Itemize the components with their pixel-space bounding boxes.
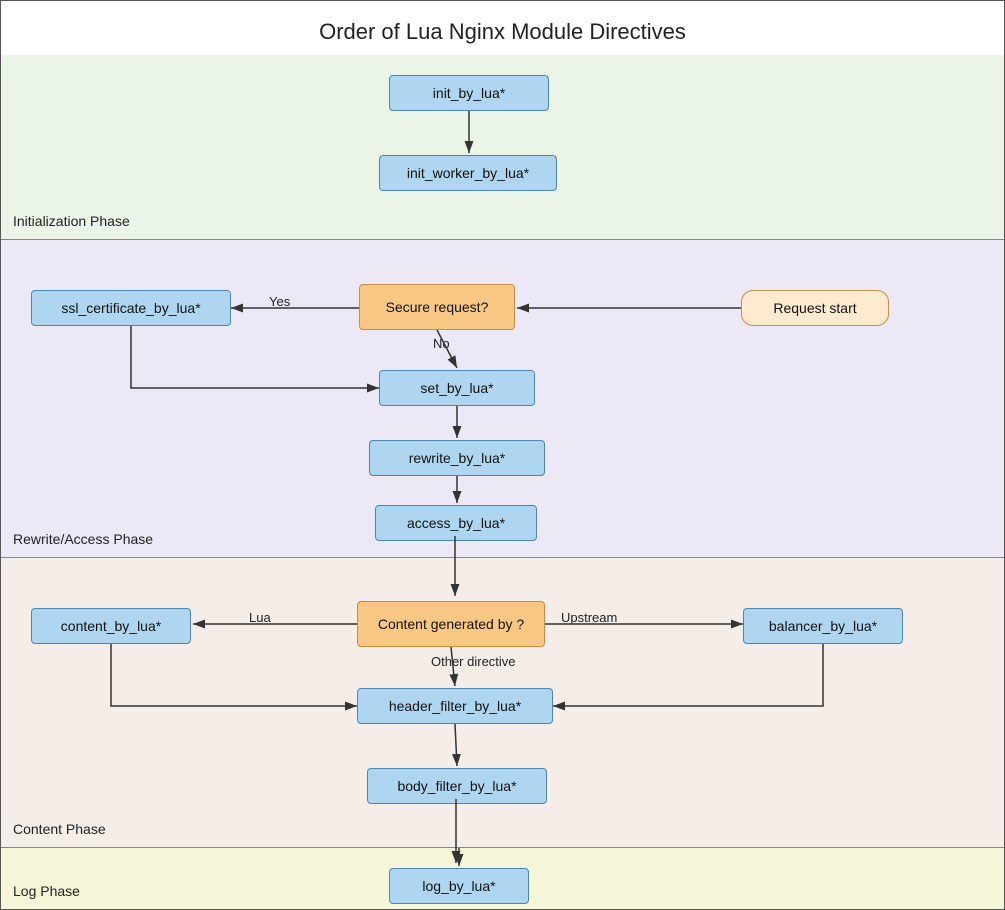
node-access-by-lua: access_by_lua* (375, 505, 537, 541)
label-yes: Yes (269, 294, 290, 309)
diagram-container: Order of Lua Nginx Module Directives ini… (0, 0, 1005, 910)
label-no: No (433, 336, 450, 351)
phase-init-label: Initialization Phase (13, 213, 130, 229)
label-other-directive: Other directive (431, 654, 516, 669)
label-lua: Lua (249, 610, 271, 625)
node-init-worker-by-lua: init_worker_by_lua* (379, 155, 557, 191)
node-init-by-lua: init_by_lua* (389, 75, 549, 111)
diagram-title: Order of Lua Nginx Module Directives (1, 1, 1004, 55)
node-header-filter-by-lua: header_filter_by_lua* (357, 688, 553, 724)
node-set-by-lua: set_by_lua* (379, 370, 535, 406)
node-rewrite-by-lua: rewrite_by_lua* (369, 440, 545, 476)
node-ssl-certificate: ssl_certificate_by_lua* (31, 290, 231, 326)
node-body-filter-by-lua: body_filter_by_lua* (367, 768, 547, 804)
phase-content: content_by_lua* Content generated by ? b… (1, 558, 1004, 848)
node-secure-request: Secure request? (359, 284, 515, 330)
phase-content-label: Content Phase (13, 821, 106, 837)
phase-rewrite-label: Rewrite/Access Phase (13, 531, 153, 547)
label-upstream: Upstream (561, 610, 617, 625)
phase-rewrite: ssl_certificate_by_lua* Secure request? … (1, 240, 1004, 558)
phase-log: log_by_lua* Log Phase (1, 848, 1004, 909)
phase-log-label: Log Phase (13, 883, 80, 899)
phase-init: init_by_lua* init_worker_by_lua* Initial… (1, 55, 1004, 240)
node-balancer-by-lua: balancer_by_lua* (743, 608, 903, 644)
node-log-by-lua: log_by_lua* (389, 868, 529, 904)
node-content-by-lua: content_by_lua* (31, 608, 191, 644)
node-content-generated-by: Content generated by ? (357, 601, 545, 647)
node-request-start: Request start (741, 290, 889, 326)
